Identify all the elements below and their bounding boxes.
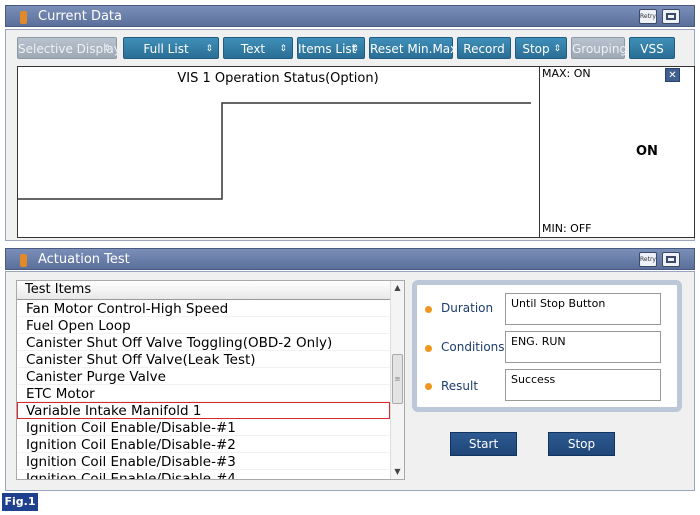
toolbar-button-label: Selective Display <box>18 42 121 56</box>
toolbar-button-label: Full List <box>143 42 189 56</box>
actuation-test-title: Actuation Test <box>38 252 130 267</box>
toolbar-button-record[interactable]: Record <box>457 37 511 59</box>
list-item[interactable]: Ignition Coil Enable/Disable-#3 <box>17 453 390 470</box>
list-item[interactable]: Canister Shut Off Valve(Leak Test) <box>17 351 390 368</box>
bullet-icon <box>425 383 432 390</box>
list-header: Test Items <box>17 281 390 300</box>
scroll-up-icon[interactable]: ▲ <box>391 282 404 294</box>
figure-label: Fig.1 <box>2 493 38 511</box>
toolbar-button-full-list[interactable]: Full List ⇕ <box>123 37 219 59</box>
toolbar-button-label: Grouping <box>572 42 628 56</box>
current-data-header: Current Data Retry <box>5 5 695 27</box>
graph-area: VIS 1 Operation Status(Option) MAX: ON O… <box>17 66 695 238</box>
stop-button[interactable]: Stop <box>548 432 615 456</box>
panel-marker-icon <box>20 254 27 267</box>
conditions-label: Conditions <box>441 340 505 354</box>
graph-plot <box>18 102 531 200</box>
duration-label: Duration <box>441 301 494 315</box>
result-value: Success <box>505 369 661 401</box>
list-item[interactable]: Fuel Open Loop <box>17 317 390 334</box>
list-item[interactable]: Fan Motor Control-High Speed <box>17 300 390 317</box>
list-item[interactable]: ETC Motor <box>17 385 390 402</box>
toolbar-button-vss[interactable]: VSS <box>629 37 675 59</box>
test-info-panel: Duration Until Stop Button Conditions EN… <box>412 280 682 412</box>
maximize-icon[interactable] <box>662 252 680 267</box>
list-item[interactable]: Variable Intake Manifold 1 <box>17 402 390 419</box>
toolbar-button-items-list[interactable]: Items List ⇕ <box>297 37 365 59</box>
list-item[interactable]: Ignition Coil Enable/Disable-#1 <box>17 419 390 436</box>
bullet-icon <box>425 345 432 352</box>
toolbar-button-label: Reset Min.Max <box>370 42 458 56</box>
dropdown-arrows-icon: ⇕ <box>103 44 111 54</box>
current-data-title: Current Data <box>38 9 122 24</box>
toolbar-button-label: Record <box>463 42 505 56</box>
actuation-test-panel: Test Items Fan Motor Control-High Speed F… <box>5 271 695 491</box>
graph-divider <box>539 67 540 237</box>
list-item[interactable]: Canister Shut Off Valve Toggling(OBD-2 O… <box>17 334 390 351</box>
retry-button[interactable]: Retry <box>639 252 657 267</box>
min-value-label: MIN: OFF <box>542 222 592 235</box>
dropdown-arrows-icon: ⇕ <box>351 44 359 54</box>
max-value-label: MAX: ON <box>542 67 591 80</box>
toolbar-button-grouping: Grouping <box>571 37 628 59</box>
toolbar-button-selective-display: Selective Display ⇕ <box>17 37 121 59</box>
current-value: ON <box>636 144 658 159</box>
list-items: Fan Motor Control-High Speed Fuel Open Lo… <box>17 300 404 479</box>
retry-button[interactable]: Retry <box>639 9 657 24</box>
bullet-icon <box>425 306 432 313</box>
toolbar-button-label: VSS <box>640 42 664 56</box>
maximize-icon[interactable] <box>662 9 680 24</box>
list-item[interactable]: Ignition Coil Enable/Disable-#2 <box>17 436 390 453</box>
dropdown-arrows-icon: ⇕ <box>553 44 561 54</box>
actuation-test-header: Actuation Test Retry <box>5 248 695 270</box>
panel-marker-icon <box>20 11 27 24</box>
result-label: Result <box>441 379 479 393</box>
toolbar-button-reset-min-max[interactable]: Reset Min.Max <box>369 37 457 59</box>
toolbar-button-stop[interactable]: Stop ⇕ <box>515 37 567 59</box>
conditions-value: ENG. RUN <box>505 331 661 363</box>
status-signal-line <box>18 102 531 200</box>
scroll-down-icon[interactable]: ▼ <box>391 466 404 478</box>
toolbar-button-text[interactable]: Text ⇕ <box>223 37 293 59</box>
list-item[interactable]: Canister Purge Valve <box>17 368 390 385</box>
scroll-thumb[interactable]: ≡ <box>392 354 403 404</box>
duration-value: Until Stop Button <box>505 293 661 325</box>
close-graph-button[interactable]: ✕ <box>665 68 680 82</box>
test-items-list[interactable]: Test Items Fan Motor Control-High Speed F… <box>16 280 405 480</box>
current-data-panel: Selective Display ⇕ Full List ⇕ Text ⇕ Items L… <box>5 29 695 241</box>
start-button[interactable]: Start <box>450 432 517 456</box>
toolbar-button-label: Text <box>240 42 266 56</box>
scrollbar[interactable]: ▲ ≡ ▼ <box>390 281 404 479</box>
dropdown-arrows-icon: ⇕ <box>205 44 213 54</box>
list-item[interactable]: Ignition Coil Enable/Disable-#4 <box>17 470 390 479</box>
dropdown-arrows-icon: ⇕ <box>279 44 287 54</box>
